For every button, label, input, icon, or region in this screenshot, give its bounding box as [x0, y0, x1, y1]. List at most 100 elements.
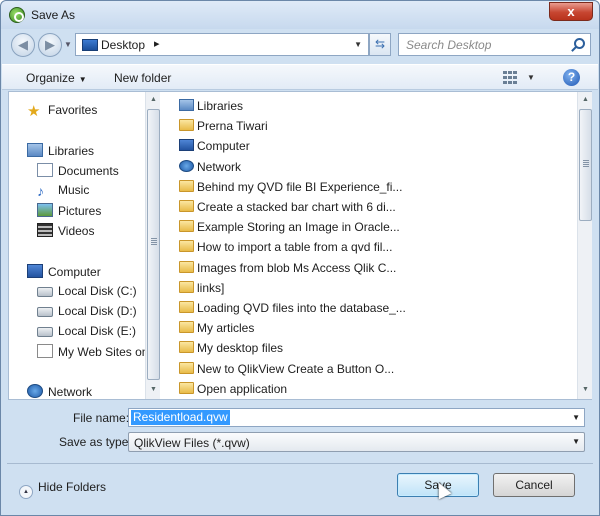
sidebar-item-label: Documents [58, 164, 119, 178]
hide-folders-label: Hide Folders [38, 480, 107, 494]
sidebar-item-videos[interactable]: Videos [37, 223, 94, 241]
list-item-label: Open application [197, 381, 288, 396]
sidebar-item-computer[interactable]: Computer [27, 264, 101, 282]
sidebar-item-music[interactable]: ♪ Music [37, 183, 89, 201]
list-item[interactable]: Network [179, 159, 242, 178]
address-breadcrumb[interactable]: Desktop [101, 38, 145, 52]
save-as-dialog: Save As x ◀ ▶ ▼ Desktop ▸ ▼ ⇆ Search Des… [0, 0, 600, 516]
help-icon[interactable]: ? [563, 69, 580, 86]
sidebar-item-network[interactable]: Network [27, 384, 92, 399]
search-placeholder: Search Desktop [406, 38, 492, 52]
forward-button[interactable]: ▶ [38, 33, 62, 57]
filename-label: File name: [73, 411, 130, 425]
chevron-down-icon[interactable]: ▼ [572, 437, 580, 446]
toolbar: Organize ▼ New folder ▼ ? [2, 64, 598, 90]
qlikview-app-icon [9, 7, 25, 23]
list-item[interactable]: How to import a table from a qvd fil... [179, 240, 392, 258]
close-button[interactable]: x [549, 2, 593, 21]
hide-folders-button[interactable]: ▲ Hide Folders [19, 480, 106, 499]
sidebar-item-pictures[interactable]: Pictures [37, 203, 101, 221]
navigation-pane: ★ Favorites Libraries Documents ♪ Music Pi… [9, 92, 160, 399]
view-options-dropdown-icon[interactable]: ▼ [527, 73, 535, 82]
address-dropdown-icon[interactable]: ▼ [354, 40, 362, 49]
list-item-label: New to QlikView Create a Button O... [197, 361, 395, 376]
sidebar-item-label: Local Disk (D:) [58, 304, 137, 318]
address-bar[interactable]: Desktop ▸ ▼ [75, 33, 369, 56]
breadcrumb-chevron-icon[interactable]: ▸ [154, 37, 160, 50]
star-icon: ★ [27, 103, 41, 120]
list-item-label: Behind my QVD file BI Experience_fi... [197, 179, 403, 194]
list-item-label: Images from blob Ms Access Qlik C... [197, 260, 397, 275]
change-view-icon[interactable] [503, 71, 517, 84]
list-item[interactable]: Open application [179, 381, 288, 399]
scrollbar-thumb[interactable] [579, 109, 592, 221]
search-input[interactable]: Search Desktop [398, 33, 591, 56]
sidebar-item-web-sites[interactable]: My Web Sites on [37, 344, 148, 362]
list-item[interactable]: Loading QVD files into the database_... [179, 301, 406, 319]
list-item[interactable]: Prerna Tiwari [179, 119, 268, 137]
folder-icon [179, 341, 194, 354]
scroll-up-icon[interactable]: ▲ [146, 93, 161, 107]
sidebar-item-local-disk-c[interactable]: Local Disk (C:) [37, 284, 137, 302]
folder-icon [179, 381, 194, 394]
list-item-label: links] [197, 280, 225, 295]
sidebar-item-label: Libraries [48, 144, 95, 158]
new-folder-button[interactable]: New folder [114, 71, 171, 85]
organize-menu[interactable]: Organize ▼ [26, 71, 87, 85]
footer-divider [7, 463, 593, 464]
list-item[interactable]: New to QlikView Create a Button O... [179, 361, 395, 380]
list-item[interactable]: Create a stacked bar chart with 6 di... [179, 200, 396, 218]
refresh-button[interactable]: ⇆ [369, 33, 391, 56]
music-note-icon: ♪ [37, 183, 44, 199]
cancel-button[interactable]: Cancel [493, 473, 575, 497]
title-bar: Save As x [1, 1, 599, 29]
sidebar-item-documents[interactable]: Documents [37, 163, 119, 181]
list-item-label: My articles [197, 321, 255, 336]
list-item[interactable]: links] [179, 280, 225, 299]
list-item[interactable]: My articles [179, 321, 254, 339]
sidebar-item-local-disk-d[interactable]: Local Disk (D:) [37, 304, 137, 322]
folder-icon [179, 260, 194, 273]
list-item-label: How to import a table from a qvd fil... [197, 240, 393, 255]
back-button[interactable]: ◀ [11, 33, 35, 57]
savetype-value: QlikView Files (*.qvw) [134, 436, 250, 450]
user-folder-icon [179, 119, 194, 132]
chevron-down-icon: ▼ [78, 75, 87, 84]
list-item[interactable]: My desktop files [179, 341, 283, 359]
folder-icon [179, 99, 194, 111]
folder-icon [179, 321, 194, 334]
scroll-up-icon[interactable]: ▲ [578, 93, 593, 107]
list-item[interactable]: Computer [179, 139, 250, 157]
list-item[interactable]: Example Storing an Image in Oracle... [179, 220, 400, 238]
list-item-label: Computer [197, 139, 250, 154]
list-item-label: My desktop files [197, 341, 284, 356]
list-item[interactable]: Libraries [179, 99, 243, 117]
recent-locations-dropdown-icon[interactable]: ▼ [64, 40, 72, 49]
sidebar-item-label: Music [58, 183, 90, 197]
filename-value[interactable]: Residentload.qvw [131, 410, 230, 425]
scroll-down-icon[interactable]: ▼ [146, 383, 161, 397]
sidebar-item-local-disk-e[interactable]: Local Disk (E:) [37, 324, 136, 342]
chevron-down-icon[interactable]: ▼ [572, 413, 580, 422]
list-item[interactable]: Images from blob Ms Access Qlik C... [179, 260, 397, 279]
computer-icon [27, 264, 43, 278]
sidebar-item-label: Local Disk (C:) [58, 284, 137, 298]
list-item-label: Example Storing an Image in Oracle... [197, 220, 400, 235]
scroll-down-icon[interactable]: ▼ [578, 383, 593, 397]
back-arrow-icon: ◀ [18, 37, 28, 52]
folder-icon [179, 240, 194, 253]
sidebar-item-label: Computer [48, 265, 101, 279]
navigation-scrollbar[interactable]: ▲ ▼ [145, 92, 160, 399]
sidebar-item-libraries[interactable]: Libraries [27, 143, 94, 161]
search-icon[interactable] [574, 38, 585, 49]
list-item[interactable]: Behind my QVD file BI Experience_fi... [179, 179, 403, 198]
sidebar-item-label: Videos [58, 224, 95, 238]
file-list-scrollbar[interactable]: ▲ ▼ [577, 92, 592, 399]
savetype-select[interactable]: QlikView Files (*.qvw) ▼ [128, 432, 585, 452]
scrollbar-thumb[interactable] [147, 109, 160, 380]
documents-icon [37, 163, 53, 177]
forward-arrow-icon: ▶ [45, 37, 55, 52]
sidebar-item-favorites[interactable]: ★ Favorites [27, 103, 97, 121]
list-item-label: Network [197, 159, 242, 174]
filename-input[interactable]: Residentload.qvw ▼ [128, 408, 585, 427]
